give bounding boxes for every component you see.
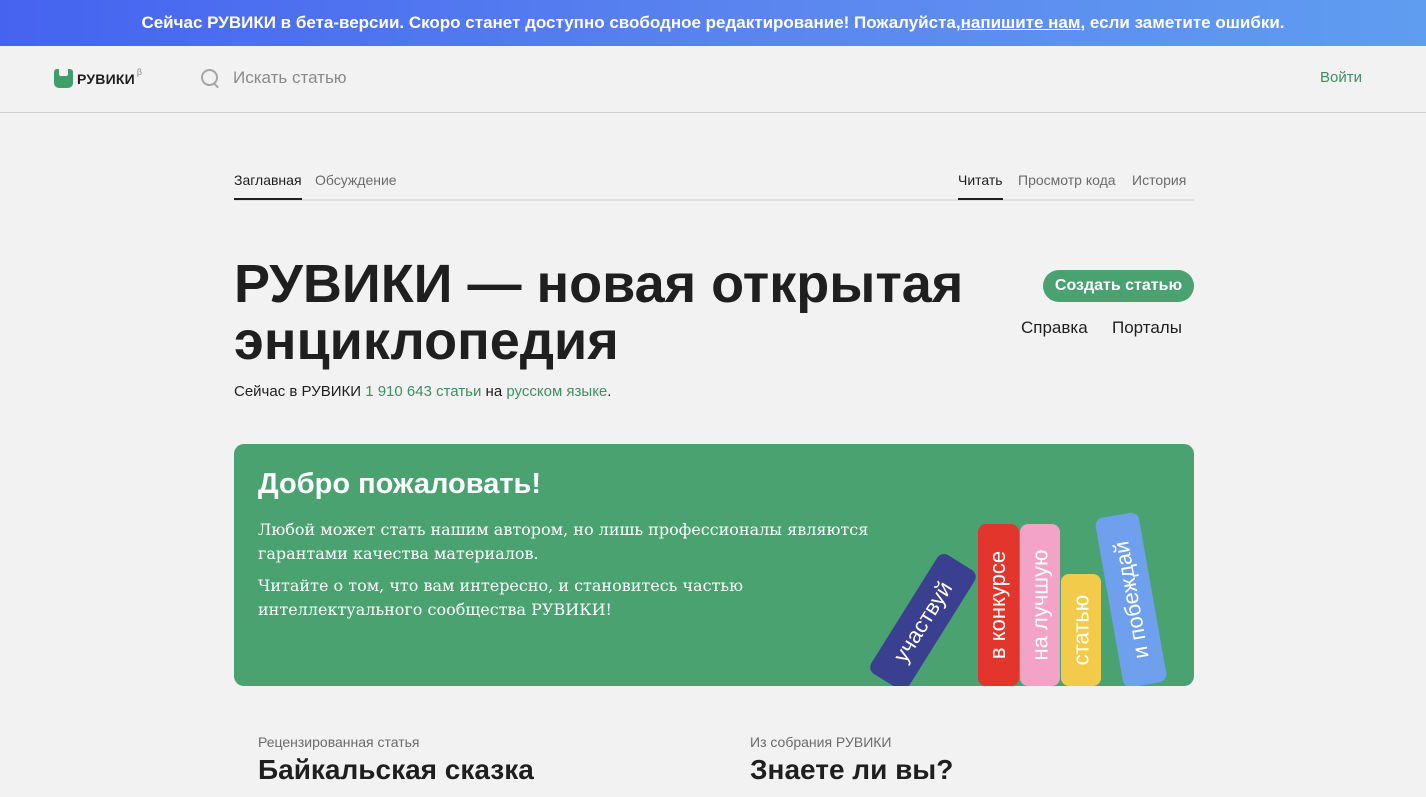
- tab-history[interactable]: История: [1132, 172, 1186, 198]
- book-label: и побеждай: [1107, 539, 1154, 661]
- language-link[interactable]: русском языке: [506, 383, 607, 400]
- welcome-card: Добро пожаловать! Любой может стать наши…: [234, 444, 1194, 686]
- contact-us-link[interactable]: напишите нам: [961, 13, 1081, 33]
- tab-main-page[interactable]: Заглавная: [234, 172, 302, 200]
- portals-link[interactable]: Порталы: [1112, 318, 1182, 338]
- stats-middle: на: [481, 383, 507, 400]
- logo-text: РУВИКИ: [77, 70, 135, 87]
- tab-read[interactable]: Читать: [958, 172, 1003, 200]
- contest-books-illustration[interactable]: участвуй в конкурсе на лучшую статью и п…: [854, 444, 1194, 686]
- tab-discussion[interactable]: Обсуждение: [315, 172, 397, 198]
- book-label: статью: [1068, 594, 1093, 666]
- stats-prefix: Сейчас в РУВИКИ: [234, 383, 366, 400]
- did-you-know-title: Знаете ли вы?: [750, 754, 954, 785]
- book-label: в конкурсе: [985, 550, 1011, 660]
- login-link[interactable]: Войти: [1320, 69, 1362, 86]
- search-input[interactable]: [233, 68, 633, 88]
- logo[interactable]: РУВИКИ β: [54, 66, 143, 88]
- book-label: на лучшую: [1027, 549, 1053, 661]
- article-stats: Сейчас в РУВИКИ 1 910 643 статьи на русс…: [234, 383, 611, 400]
- book-label: участвуй: [888, 576, 958, 667]
- page-title: РУВИКИ — новая открытая энциклопедия: [234, 254, 964, 371]
- logo-icon: [54, 69, 73, 88]
- tab-view-source[interactable]: Просмотр кода: [1018, 172, 1116, 198]
- help-link[interactable]: Справка: [1021, 318, 1088, 338]
- welcome-title: Добро пожаловать!: [258, 468, 542, 500]
- article-count-link[interactable]: 1 910 643 статьи: [365, 383, 481, 400]
- stats-suffix: .: [607, 383, 612, 400]
- book-and-win: и побеждай: [1094, 511, 1168, 686]
- logo-beta-mark: β: [136, 66, 143, 77]
- welcome-paragraph-2: Читайте о том, что вам интересно, и стан…: [258, 576, 744, 619]
- create-article-button[interactable]: Создать статью: [1043, 270, 1194, 302]
- book-participate: участвуй: [867, 550, 979, 686]
- beta-banner-text: Сейчас РУВИКИ в бета-версии. Скоро стане…: [141, 13, 961, 32]
- book-in-contest: в конкурсе: [978, 524, 1019, 686]
- did-you-know-kicker: Из собрания РУВИКИ: [750, 734, 892, 750]
- beta-banner: Сейчас РУВИКИ в бета-версии. Скоро стане…: [0, 0, 1426, 46]
- search-icon[interactable]: [199, 67, 221, 89]
- book-for-best: на лучшую: [1020, 524, 1060, 686]
- reviewed-article-title[interactable]: Байкальская сказка: [258, 754, 534, 786]
- welcome-paragraph-1: Любой может стать нашим автором, но лишь…: [258, 520, 869, 563]
- search-bar: [199, 67, 633, 89]
- book-article: статью: [1061, 574, 1101, 686]
- beta-banner-text-end: , если заметите ошибки.: [1080, 13, 1285, 32]
- site-header: РУВИКИ β Войти: [0, 46, 1426, 113]
- page-tabs: Заглавная Обсуждение Читать Просмотр код…: [234, 168, 1194, 201]
- reviewed-article-kicker: Рецензированная статья: [258, 734, 420, 750]
